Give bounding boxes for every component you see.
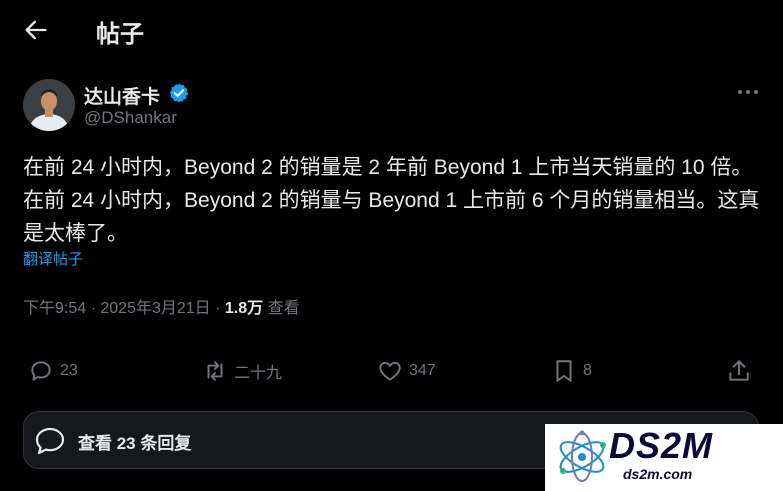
- author-handle[interactable]: @DShankar: [84, 108, 177, 128]
- page-title: 帖子: [96, 21, 144, 48]
- watermark-title: DS2M: [609, 425, 714, 466]
- repost-button[interactable]: 二十九: [202, 356, 282, 386]
- share-icon: [729, 360, 749, 381]
- post-meta: 下午9:54 · 2025年3月21日 · 1.8万 查看: [23, 294, 300, 318]
- reply-button[interactable]: 23: [28, 356, 78, 386]
- reply-icon: [31, 361, 51, 381]
- reply-count: 23: [60, 362, 78, 379]
- meta-separator: ·: [86, 300, 101, 317]
- author-name[interactable]: 达山香卡: [84, 82, 160, 109]
- repost-icon: [207, 361, 223, 381]
- post-date[interactable]: 2025年3月21日: [100, 300, 210, 317]
- like-button[interactable]: 347: [377, 356, 436, 386]
- share-button[interactable]: [726, 356, 752, 386]
- bookmark-icon: [556, 360, 572, 382]
- chat-bubble-icon: [35, 427, 65, 455]
- avatar-image: [23, 79, 75, 131]
- more-horizontal-icon[interactable]: [735, 82, 761, 102]
- post-time[interactable]: 下午9:54: [23, 300, 86, 317]
- atom-logo-icon: [559, 430, 606, 482]
- bookmark-count: 8: [583, 362, 592, 379]
- views-count: 1.8万: [224, 300, 264, 317]
- post-text: 在前 24 小时内，Beyond 2 的销量是 2 年前 Beyond 1 上市…: [23, 156, 760, 245]
- watermark: DS2M ds2m.com: [545, 424, 783, 491]
- meta-separator: ·: [210, 300, 225, 317]
- repost-count: 二十九: [234, 365, 283, 382]
- bookmark-button[interactable]: 8: [551, 356, 592, 386]
- view-replies-label: 查看 23 条回复: [78, 434, 192, 453]
- translate-post-link[interactable]: 翻译帖子: [23, 248, 83, 269]
- heart-icon: [379, 361, 401, 381]
- views-label: 查看: [263, 300, 300, 317]
- avatar[interactable]: [23, 79, 75, 131]
- watermark-url: ds2m.com: [623, 466, 693, 482]
- like-count: 347: [409, 362, 436, 379]
- verified-badge-icon: [169, 83, 189, 103]
- arrow-left-icon[interactable]: [22, 16, 50, 44]
